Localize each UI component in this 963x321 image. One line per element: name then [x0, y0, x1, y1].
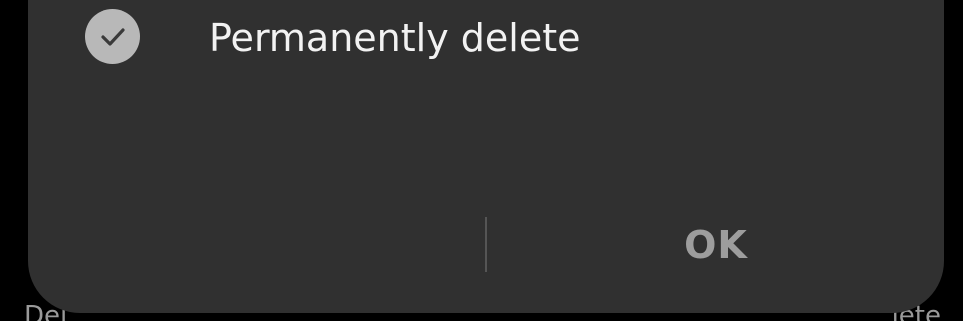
check-icon — [100, 27, 125, 46]
button-divider — [485, 217, 487, 272]
delete-dialog: Permanently delete OK — [28, 0, 944, 313]
left-dialog-button[interactable] — [28, 202, 484, 288]
ok-button[interactable]: OK — [488, 202, 944, 288]
ok-button-label: OK — [684, 223, 748, 267]
permanently-delete-label[interactable]: Permanently delete — [209, 11, 580, 65]
screen: Del lete Permanently delete OK — [0, 0, 963, 321]
permanently-delete-checkbox[interactable] — [85, 9, 140, 64]
